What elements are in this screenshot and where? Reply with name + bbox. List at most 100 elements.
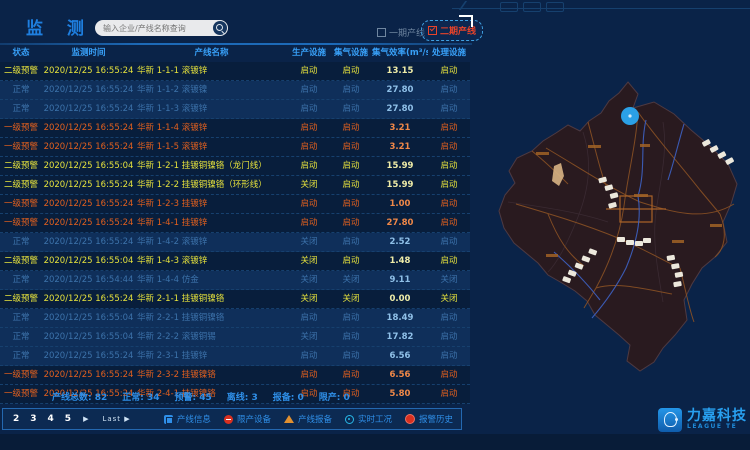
search-box[interactable] [95, 20, 228, 36]
cell-gas: 启动 [330, 138, 372, 156]
cell-efficiency: 9.11 [372, 271, 428, 289]
cell-status: 二级预警 [0, 176, 42, 194]
table-row[interactable]: 二级预警2020/12/25 16:55:04华新 1-2-1 挂镀铜镍铬（龙门… [0, 157, 470, 176]
cell-production: 启动 [288, 100, 330, 118]
cell-status: 正常 [0, 328, 42, 346]
cell-name: 华新 2-2-2 滚镀铜锡 [135, 328, 288, 346]
cell-time: 2020/12/25 16:55:24 [42, 214, 135, 232]
table-row[interactable]: 正常2020/12/25 16:55:24华新 1-1-2 滚镀镍启动启动27.… [0, 81, 470, 100]
cell-efficiency: 3.21 [372, 119, 428, 137]
limit-circle-icon [224, 415, 233, 424]
table-row[interactable]: 二级预警2020/12/25 16:55:04华新 1-4-3 滚镀锌关闭启动1… [0, 252, 470, 271]
search-icon[interactable] [213, 21, 227, 35]
cell-production: 关闭 [288, 328, 330, 346]
cell-treatment: 启动 [428, 100, 470, 118]
last-page-button[interactable]: Last ▶ [102, 415, 130, 423]
cell-treatment: 启动 [428, 195, 470, 213]
legend-button-限产设备[interactable]: 限产设备 [224, 413, 271, 425]
city-map [488, 52, 750, 400]
cell-efficiency: 15.99 [372, 176, 428, 194]
legend-button-产线报备[interactable]: 产线报备 [284, 413, 332, 425]
cell-efficiency: 2.52 [372, 233, 428, 251]
cell-efficiency: 6.56 [372, 366, 428, 384]
cell-name: 华新 1-1-5 滚镀锌 [135, 138, 288, 156]
table-row[interactable]: 一级预警2020/12/25 16:55:24华新 1-4-1 挂镀锌启动启动2… [0, 214, 470, 233]
cell-production: 启动 [288, 214, 330, 232]
cell-gas: 启动 [330, 119, 372, 137]
cell-name: 华新 2-2-1 挂镀铜镍铬 [135, 309, 288, 327]
cell-name: 华新 1-1-1 滚镀锌 [135, 62, 288, 80]
cell-name: 华新 1-4-1 挂镀锌 [135, 214, 288, 232]
page-number-4[interactable]: 4 [48, 414, 54, 424]
cell-name: 华新 1-4-2 滚镀锌 [135, 233, 288, 251]
legend-label: 产线信息 [177, 413, 211, 425]
cell-name: 华新 1-2-3 挂镀锌 [135, 195, 288, 213]
cell-gas: 启动 [330, 81, 372, 99]
page-number-2[interactable]: 2 [13, 414, 19, 424]
phase1-label: 一期产线 [389, 26, 425, 39]
table-row[interactable]: 正常2020/12/25 16:54:44华新 1-4-4 仿金关闭关闭9.11… [0, 271, 470, 290]
cell-name: 华新 1-1-2 滚镀镍 [135, 81, 288, 99]
table-row[interactable]: 一级预警2020/12/25 16:55:24华新 1-1-5 滚镀锌启动启动3… [0, 138, 470, 157]
table-row[interactable]: 二级预警2020/12/25 16:55:24华新 1-1-1 滚镀锌启动启动1… [0, 62, 470, 81]
cell-name: 华新 1-4-3 滚镀锌 [135, 252, 288, 270]
cell-treatment: 启动 [428, 233, 470, 251]
table-row[interactable]: 正常2020/12/25 16:55:24华新 1-1-3 滚镀锌启动启动27.… [0, 100, 470, 119]
top-decor-box [546, 2, 564, 12]
cell-production: 关闭 [288, 290, 330, 308]
cell-treatment: 关闭 [428, 271, 470, 289]
summary-item: 预警: 45 [175, 390, 212, 403]
column-header-6: 处理设施 [428, 46, 470, 61]
table-row[interactable]: 一级预警2020/12/25 16:55:24华新 1-1-4 滚镀锌启动启动3… [0, 119, 470, 138]
column-header-2: 产线名称 [135, 46, 288, 61]
summary-bar: 产线总数: 82正常: 34预警: 45离线: 3报备: 0限产: 0 [52, 390, 350, 403]
top-decor-line [452, 8, 750, 9]
cell-treatment: 启动 [428, 385, 470, 403]
cell-status: 一级预警 [0, 366, 42, 384]
table-row[interactable]: 正常2020/12/25 16:55:24华新 2-3-1 挂镀锌启动启动6.5… [0, 347, 470, 366]
page-title: 监 测 [26, 14, 93, 39]
search-input[interactable] [95, 22, 213, 34]
legend-label: 产线报备 [298, 413, 332, 425]
logo-icon [658, 408, 682, 432]
cell-status: 正常 [0, 309, 42, 327]
phase2-button[interactable]: 二期产线 [421, 20, 483, 41]
legend-button-报警历史[interactable]: 报警历史 [405, 413, 453, 425]
table-row[interactable]: 一级预警2020/12/25 16:55:24华新 2-3-2 挂镀镍铬启动启动… [0, 366, 470, 385]
cell-production: 关闭 [288, 233, 330, 251]
table-row[interactable]: 二级预警2020/12/25 16:55:24华新 1-2-2 挂镀铜镍铬（环形… [0, 176, 470, 195]
cell-time: 2020/12/25 16:54:44 [42, 271, 135, 289]
table-row[interactable]: 正常2020/12/25 16:55:04华新 2-2-1 挂镀铜镍铬启动启动1… [0, 309, 470, 328]
cell-gas: 关闭 [330, 290, 372, 308]
realtime-icon [345, 415, 354, 424]
logo-subtitle: LEAGUE TE [687, 423, 747, 431]
legend-button-实时工况[interactable]: 实时工况 [345, 413, 392, 425]
cell-gas: 启动 [330, 233, 372, 251]
cell-status: 正常 [0, 347, 42, 365]
cell-gas: 启动 [330, 328, 372, 346]
cell-efficiency: 1.00 [372, 195, 428, 213]
monitor-table: 二级预警2020/12/25 16:55:24华新 1-1-1 滚镀锌启动启动1… [0, 62, 470, 404]
map-blue-marker-dot [628, 114, 631, 117]
legend-button-产线信息[interactable]: 产线信息 [164, 413, 211, 425]
cell-status: 一级预警 [0, 119, 42, 137]
page-number-5[interactable]: 5 [65, 414, 71, 424]
table-row[interactable]: 二级预警2020/12/25 16:55:24华新 2-1-1 挂镀铜镍铬关闭关… [0, 290, 470, 309]
cell-efficiency: 5.80 [372, 385, 428, 403]
alarm-dot-icon [405, 414, 415, 424]
cell-status: 正常 [0, 81, 42, 99]
next-page-button[interactable]: ▶ [83, 415, 88, 423]
table-row[interactable]: 正常2020/12/25 16:55:24华新 1-4-2 滚镀锌关闭启动2.5… [0, 233, 470, 252]
page-number-3[interactable]: 3 [30, 414, 36, 424]
table-row[interactable]: 一级预警2020/12/25 16:55:24华新 1-2-3 挂镀锌启动启动1… [0, 195, 470, 214]
table-row[interactable]: 正常2020/12/25 16:55:04华新 2-2-2 滚镀铜锡关闭启动17… [0, 328, 470, 347]
summary-item: 限产: 0 [319, 390, 350, 403]
cell-status: 正常 [0, 233, 42, 251]
legend-label: 实时工况 [358, 413, 392, 425]
phase1-checkbox[interactable]: 一期产线 [377, 26, 425, 39]
cell-time: 2020/12/25 16:55:24 [42, 366, 135, 384]
cell-time: 2020/12/25 16:55:24 [42, 62, 135, 80]
summary-item: 正常: 34 [122, 390, 159, 403]
cell-time: 2020/12/25 16:55:24 [42, 290, 135, 308]
cell-treatment: 启动 [428, 309, 470, 327]
